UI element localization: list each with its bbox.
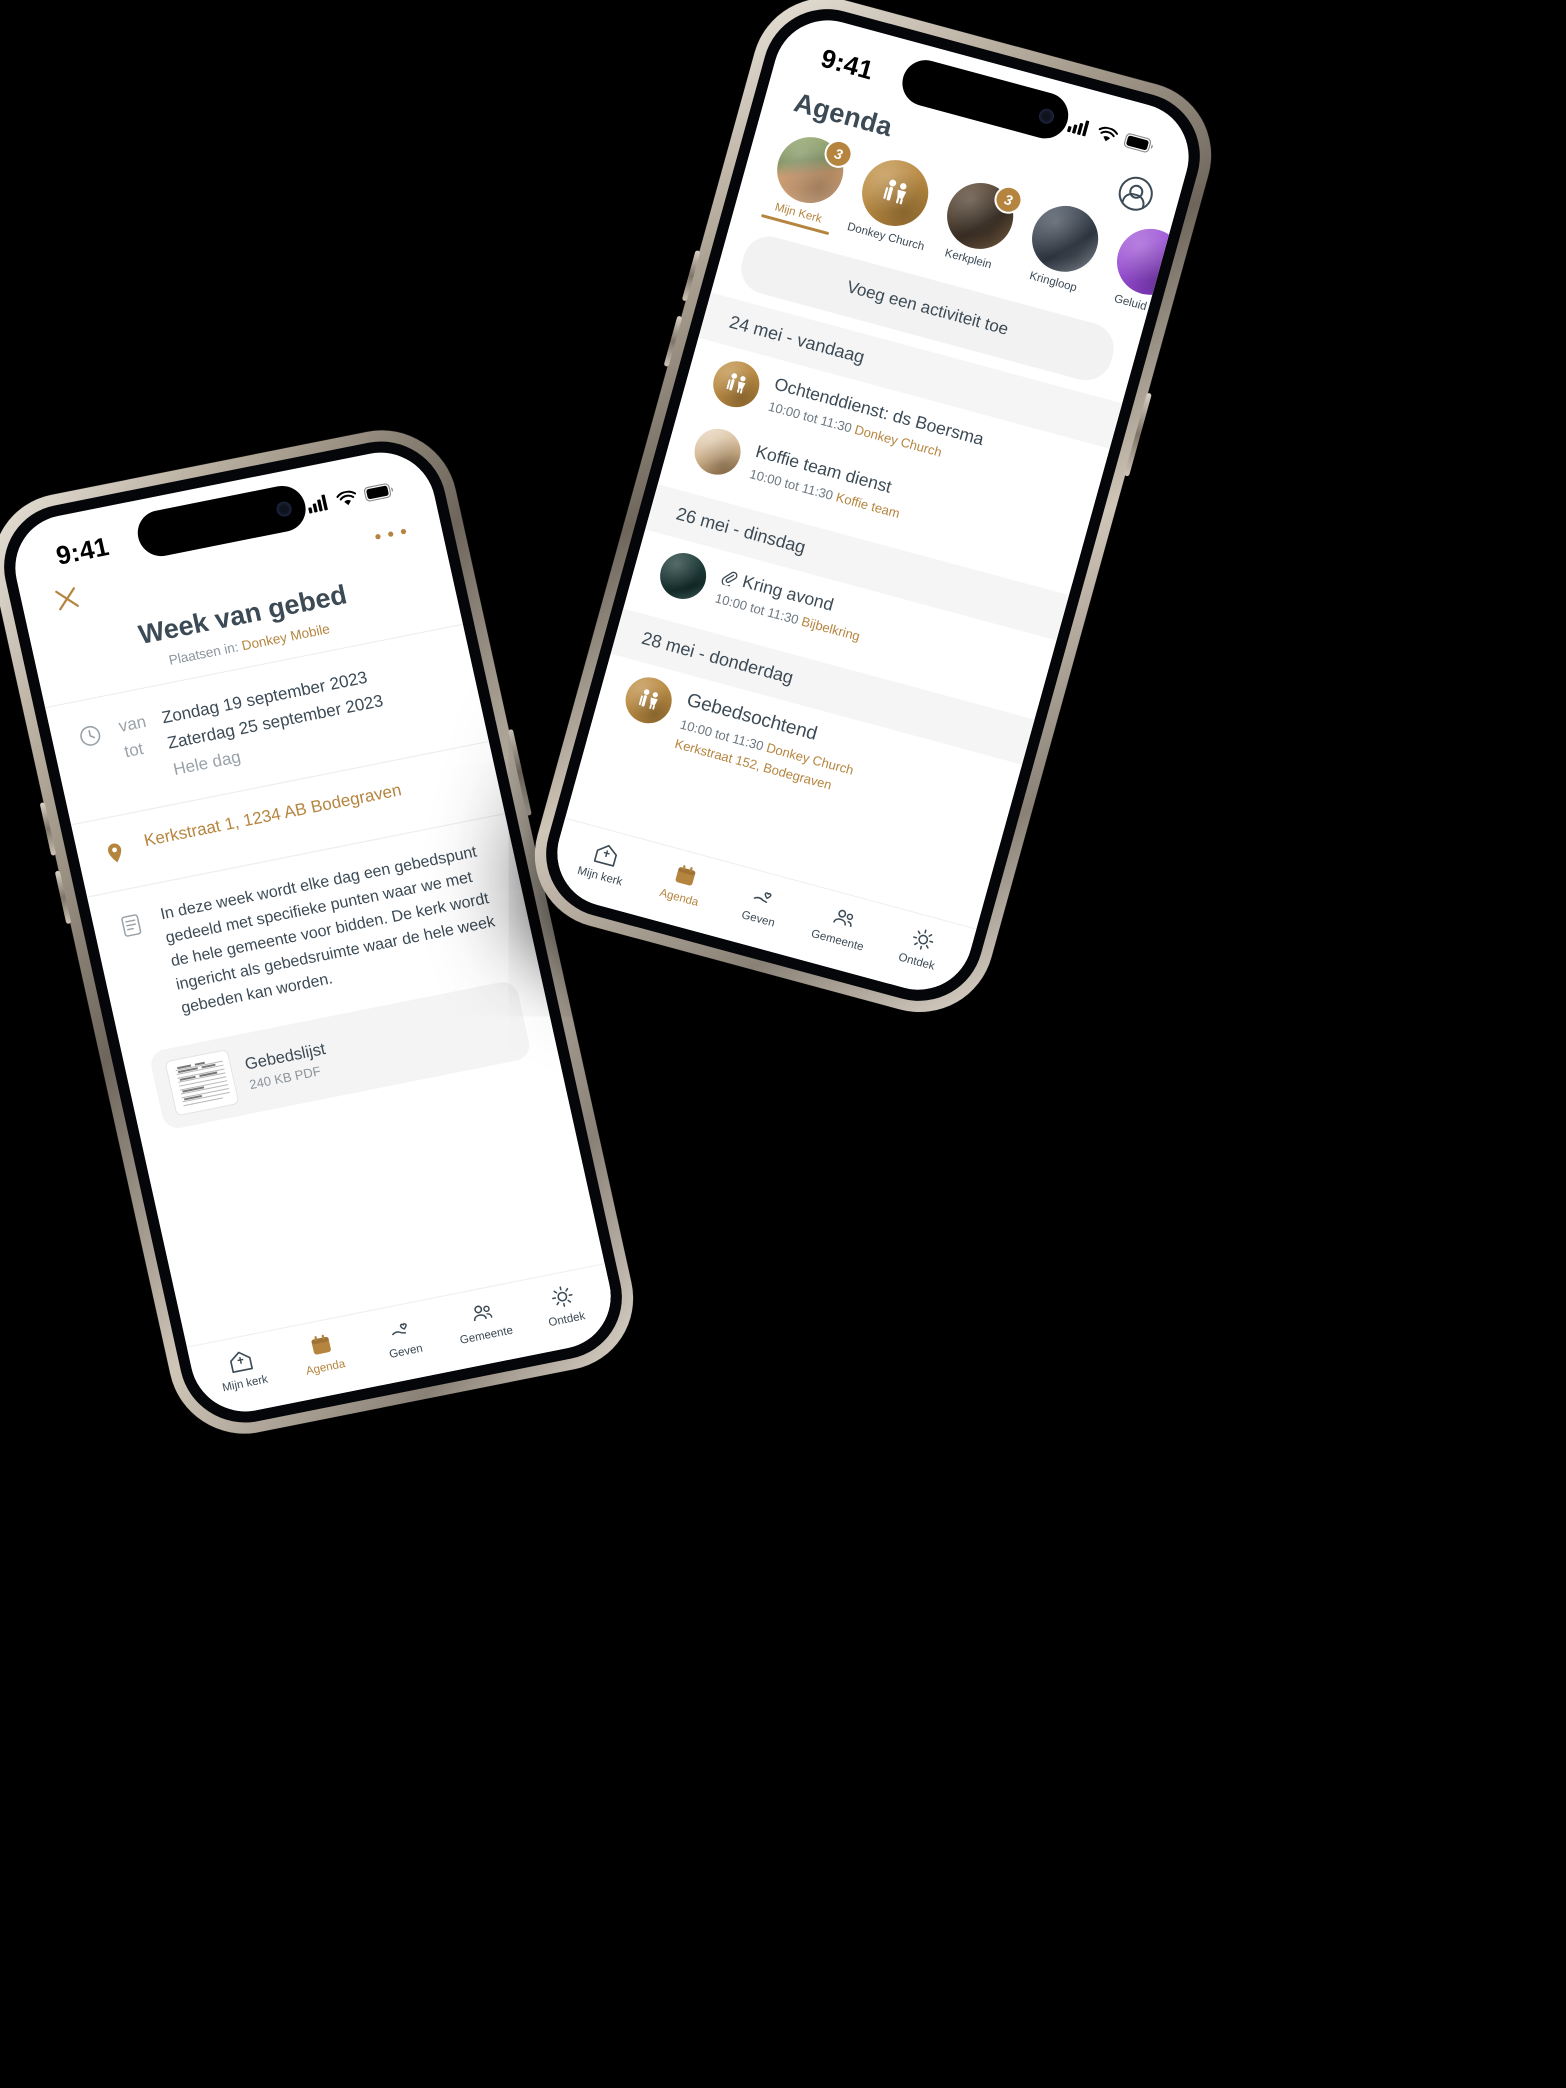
tab-ontdek[interactable]: Ontdek — [881, 917, 960, 977]
tab-mijn-kerk[interactable]: Mijn kerk — [564, 832, 643, 892]
more-horizontal-icon[interactable] — [373, 525, 409, 543]
volume-down-button[interactable] — [663, 315, 683, 367]
signal-bars-icon — [308, 494, 328, 514]
phone-detail: 9:41 Week van gebed Plaatsen in: Donkey … — [0, 417, 648, 1447]
close-icon[interactable] — [49, 581, 85, 616]
volume-up-button[interactable] — [681, 250, 701, 302]
tab-label: Geven — [388, 1342, 424, 1361]
signal-bars-icon — [1067, 120, 1090, 137]
tab-mijn-kerk[interactable]: Mijn kerk — [203, 1341, 281, 1397]
story-label: Geluid en — [1112, 292, 1164, 318]
event-avatar — [620, 672, 678, 729]
pdf-thumbnail-icon — [164, 1049, 240, 1117]
battery-full-icon — [363, 482, 393, 502]
hand-heart-icon — [753, 892, 771, 903]
family-icon — [708, 356, 765, 412]
story-item-kerkplein[interactable]: 3 Kerkplein — [929, 175, 1026, 282]
volume-down-button[interactable] — [54, 870, 72, 925]
story-item-kringloop[interactable]: Kringloop — [1014, 197, 1110, 304]
story-item-donkey-church[interactable]: Donkey Church — [844, 152, 940, 259]
story-avatar — [1109, 221, 1173, 303]
tab-label: Agenda — [304, 1358, 347, 1378]
event-avatar — [689, 423, 746, 480]
wifi-icon — [336, 490, 356, 505]
document-icon — [117, 907, 168, 1029]
wifi-icon — [1098, 126, 1119, 141]
tab-agenda[interactable]: Agenda — [644, 853, 723, 913]
people-icon — [832, 909, 853, 928]
front-camera-icon — [1037, 106, 1057, 126]
event-avatar — [654, 547, 712, 605]
tab-geven[interactable]: Geven — [723, 875, 802, 935]
story-item-mijn-kerk[interactable]: 3 Mijn Kerk — [759, 129, 856, 236]
map-pin-icon — [101, 835, 134, 872]
volume-up-button[interactable] — [39, 802, 57, 856]
tab-gemeente[interactable]: Gemeente — [444, 1293, 522, 1349]
tab-label: Mijn kerk — [221, 1373, 270, 1395]
family-icon — [855, 153, 936, 234]
story-item-geluid[interactable]: Geluid en — [1099, 220, 1173, 324]
calendar-icon — [675, 865, 695, 886]
battery-full-icon — [1124, 132, 1153, 153]
tab-label: Ontdek — [547, 1310, 587, 1330]
tab-bar[interactable]: Mijn kerk Agenda Geven Gemeente Ontdek — [186, 1263, 622, 1421]
tab-label: Gemeente — [458, 1324, 515, 1347]
home-church-icon — [593, 844, 617, 867]
tab-gemeente[interactable]: Gemeente — [802, 896, 881, 956]
event-avatar — [707, 356, 765, 413]
attachment-icon — [721, 571, 738, 587]
hand-heart-icon — [391, 1323, 407, 1336]
tab-ontdek[interactable]: Ontdek — [525, 1277, 603, 1333]
detail-screen: 9:41 Week van gebed Plaatsen in: Donkey … — [4, 443, 622, 1421]
phone-agenda: 9:41 Agenda 3 Mijn Kerk Donkey Church 3 … — [517, 0, 1229, 1029]
tab-bar[interactable]: Mijn kerk Agenda Geven Gemeente Ontdek — [544, 817, 977, 1002]
agenda-screen: 9:41 Agenda 3 Mijn Kerk Donkey Church 3 … — [544, 8, 1202, 1002]
story-avatar — [1024, 198, 1106, 280]
clock-icon — [75, 718, 118, 800]
calendar-icon — [311, 1334, 331, 1355]
sun-icon — [912, 929, 933, 950]
tab-agenda[interactable]: Agenda — [283, 1325, 361, 1381]
screenshot-stage: 9:41 Agenda 3 Mijn Kerk Donkey Church 3 … — [0, 0, 1566, 2088]
add-activity-label: Voeg een activiteit toe — [844, 277, 1011, 339]
status-time: 9:41 — [53, 530, 112, 571]
status-time: 9:41 — [817, 42, 877, 85]
tab-geven[interactable]: Geven — [364, 1309, 442, 1365]
story-avatar — [854, 152, 936, 234]
home-church-icon — [229, 1351, 253, 1374]
front-camera-icon — [275, 499, 294, 518]
people-icon — [473, 1305, 493, 1322]
family-icon — [620, 672, 677, 728]
sun-icon — [551, 1286, 573, 1307]
